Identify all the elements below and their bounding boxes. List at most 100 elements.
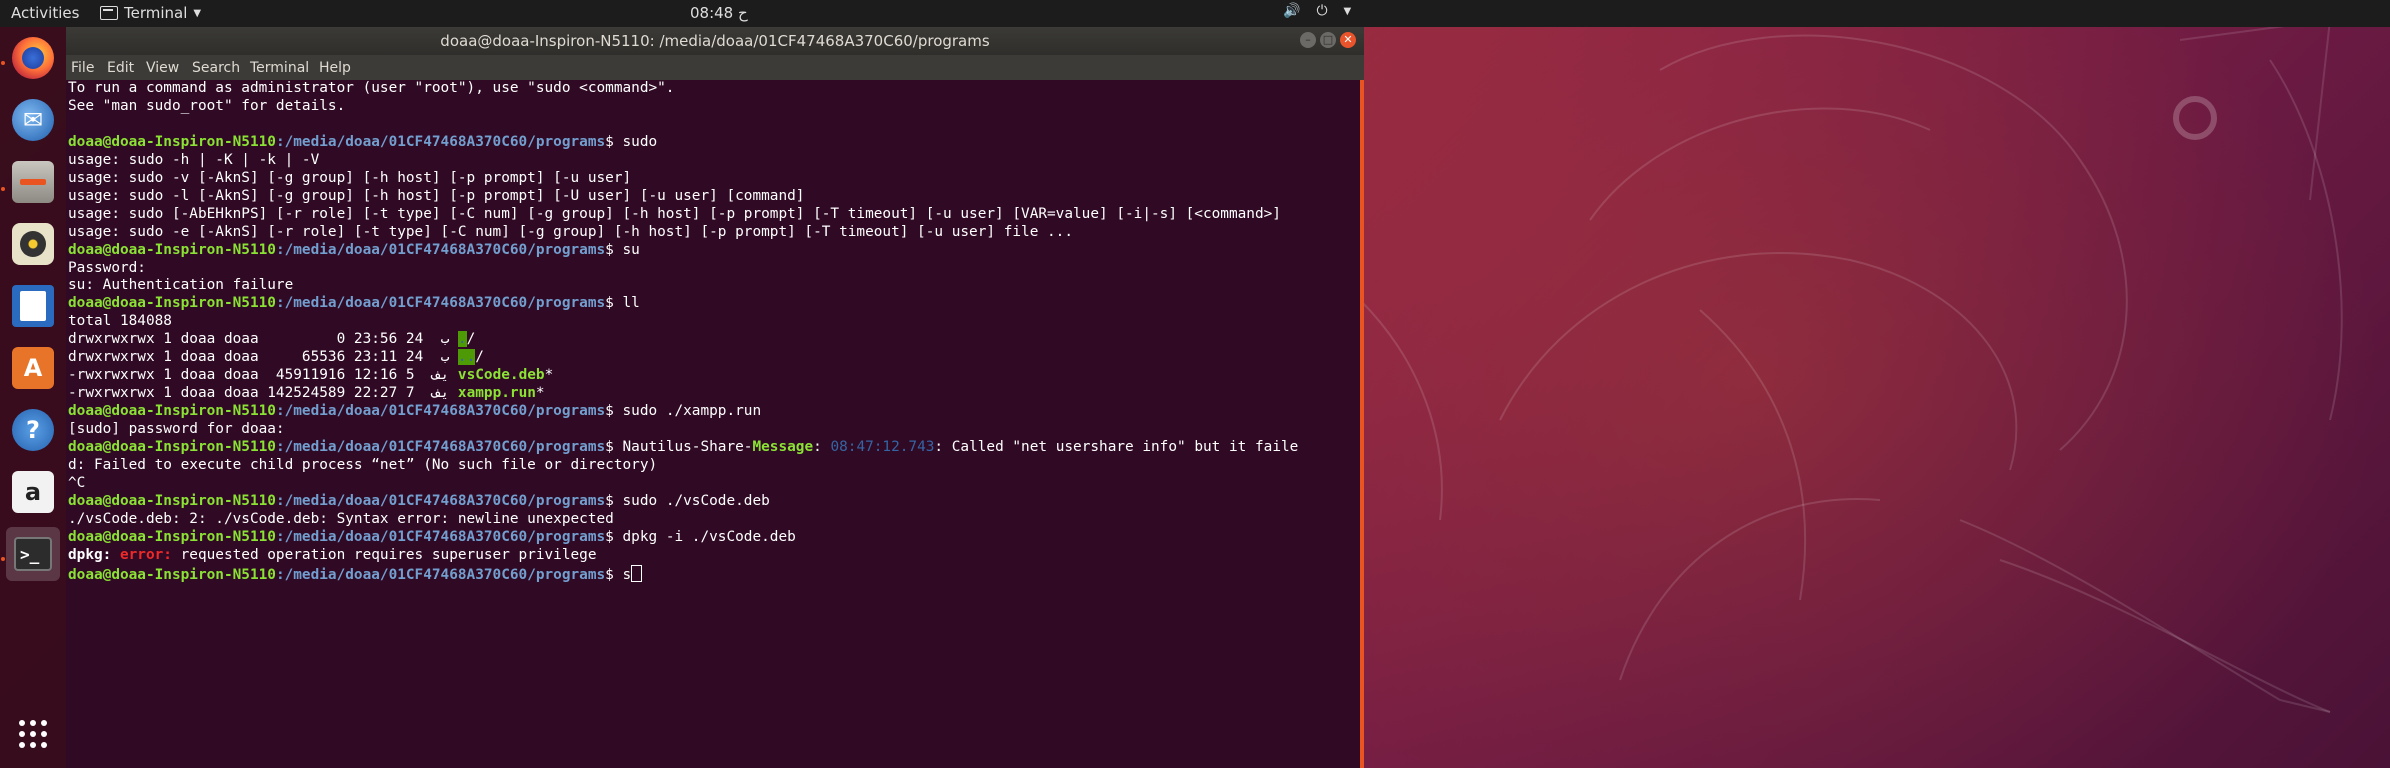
prompt-user: doaa@doaa-Inspiron-N5110 — [68, 528, 276, 545]
thunderbird-launcher[interactable]: ✉ — [6, 93, 60, 147]
prompt-path: :/media/doaa/01CF47468A370C60/programs — [275, 528, 606, 545]
prompt-path: :/media/doaa/01CF47468A370C60/programs — [275, 439, 606, 456]
output-line: usage: sudo [-AbEHknPS] [-r role] [-t ty… — [68, 205, 1281, 222]
terminal-app-icon — [100, 6, 118, 20]
menu-search[interactable]: Search — [192, 60, 240, 76]
power-icon[interactable]: ⏻ — [1316, 3, 1327, 19]
launcher-dock: ✉ A ? a >_ — [0, 27, 66, 768]
volume-icon[interactable]: 🔊 — [1283, 3, 1300, 19]
show-apps-button[interactable] — [6, 707, 60, 761]
menu-edit[interactable]: Edit — [107, 60, 134, 76]
menu-view[interactable]: View — [146, 60, 179, 76]
firefox-launcher[interactable] — [6, 31, 60, 85]
wallpaper-cat-eye — [2173, 96, 2217, 140]
ll-row-suffix: * — [535, 385, 545, 402]
ll-row-suffix: / — [466, 331, 476, 348]
software-icon: A — [12, 347, 54, 389]
command-text: Nautilus-Share- — [622, 439, 753, 456]
running-indicator — [1, 187, 5, 191]
ll-row-name: . — [457, 331, 467, 348]
window-edge-accent — [1360, 80, 1364, 768]
running-indicator — [1, 61, 5, 65]
menu-terminal[interactable]: Terminal — [250, 60, 309, 76]
window-titlebar[interactable]: doaa@doaa-Inspiron-N5110: /media/doaa/01… — [66, 27, 1364, 55]
rhythmbox-icon — [12, 223, 54, 265]
output-line: [sudo] password for doaa: — [68, 421, 285, 438]
terminal-window: doaa@doaa-Inspiron-N5110: /media/doaa/01… — [66, 27, 1364, 768]
ll-row-meta: -rwxrwxrwx 1 doaa doaa 45911916 — [68, 367, 354, 384]
output-line: usage: sudo -e [-AknS] [-r role] [-t typ… — [68, 223, 1074, 240]
files-launcher[interactable] — [6, 155, 60, 209]
ll-row-date: يف 7 22:27 — [353, 385, 458, 402]
terminal-text: To run a command as administrator (user … — [68, 80, 1298, 585]
chevron-down-icon[interactable]: ▼ — [1344, 6, 1352, 17]
message-label: Message — [752, 439, 814, 456]
top-panel: Activities Terminal ▼ 08:48 ح 🔊 ⏻ ▼ — [0, 0, 2390, 27]
close-icon[interactable]: ✕ — [1340, 32, 1356, 48]
prompt-sign: $ — [605, 133, 623, 150]
message-text: : Called "net usershare info" but it fai… — [934, 439, 1299, 456]
software-launcher[interactable]: A — [6, 341, 60, 395]
rhythmbox-launcher[interactable] — [6, 217, 60, 271]
system-tray[interactable]: 🔊 ⏻ ▼ — [1283, 3, 1351, 19]
thunderbird-icon: ✉ — [12, 99, 54, 141]
message-colon: : — [813, 439, 831, 456]
writer-launcher[interactable] — [6, 279, 60, 333]
ll-row-meta: drwxrwxrwx 1 doaa doaa 65536 — [68, 349, 354, 366]
prompt-sign: $ — [605, 241, 623, 258]
current-input[interactable]: s — [623, 567, 632, 583]
output-line: total 184088 — [68, 313, 172, 330]
prompt-sign: $ — [605, 566, 623, 583]
firefox-icon — [12, 37, 54, 79]
activities-button[interactable]: Activities — [11, 4, 79, 22]
files-icon — [12, 161, 54, 203]
prompt-path: :/media/doaa/01CF47468A370C60/programs — [275, 566, 606, 583]
menu-file[interactable]: File — [71, 60, 94, 76]
app-menu[interactable]: Terminal ▼ — [100, 4, 201, 22]
error-label: error: — [119, 546, 172, 563]
prompt-path: :/media/doaa/01CF47468A370C60/programs — [275, 295, 606, 312]
clock[interactable]: 08:48 ح — [690, 4, 748, 22]
help-launcher[interactable]: ? — [6, 403, 60, 457]
output-line: usage: sudo -h | -K | -k | -V — [68, 151, 320, 168]
ll-row-name: vsCode.deb — [457, 367, 545, 384]
prompt-sign: $ — [605, 295, 623, 312]
running-indicator — [1, 557, 5, 561]
ll-row-name: xampp.run — [457, 385, 536, 402]
command-text: sudo ./xampp.run — [622, 403, 762, 420]
output-line: See "man sudo_root" for details. — [68, 97, 346, 114]
help-icon: ? — [12, 409, 54, 451]
ll-row-date: ب 24 23:56 — [353, 331, 458, 348]
prompt-path: :/media/doaa/01CF47468A370C60/programs — [275, 492, 606, 509]
menu-help[interactable]: Help — [319, 60, 351, 76]
command-text: su — [622, 241, 640, 258]
maximize-icon[interactable]: □ — [1320, 32, 1336, 48]
ll-row-suffix: / — [475, 349, 484, 366]
amazon-launcher[interactable]: a — [6, 465, 60, 519]
prompt-path: :/media/doaa/01CF47468A370C60/programs — [275, 403, 606, 420]
output-line: Password: — [68, 259, 146, 276]
terminal-launcher[interactable]: >_ — [6, 527, 60, 581]
output-line: usage: sudo -v [-AknS] [-g group] [-h ho… — [68, 169, 632, 186]
minimize-icon[interactable]: – — [1300, 32, 1316, 48]
menu-bar: File Edit View Search Terminal Help — [66, 55, 1364, 80]
prompt-user: doaa@doaa-Inspiron-N5110 — [68, 241, 276, 258]
window-title: doaa@doaa-Inspiron-N5110: /media/doaa/01… — [440, 32, 990, 50]
output-line: To run a command as administrator (user … — [68, 80, 675, 96]
message-timestamp: 08:47:12.743 — [830, 439, 935, 456]
command-text: sudo — [622, 133, 658, 150]
error-message: requested operation requires superuser p… — [171, 546, 597, 563]
terminal-output[interactable]: To run a command as administrator (user … — [66, 80, 1364, 768]
command-text: dpkg -i ./vsCode.deb — [622, 528, 796, 545]
ll-row-meta: -rwxrwxrwx 1 doaa doaa 142524589 — [68, 385, 354, 402]
prompt-user: doaa@doaa-Inspiron-N5110 — [68, 566, 276, 583]
window-controls: – □ ✕ — [1300, 32, 1356, 48]
ll-row-suffix: * — [544, 367, 554, 384]
text-cursor — [631, 564, 643, 582]
prompt-sign: $ — [605, 403, 623, 420]
output-line: su: Authentication failure — [68, 277, 294, 294]
prompt-sign: $ — [605, 528, 623, 545]
output-line: d: Failed to execute child process “net”… — [68, 457, 658, 474]
show-apps-icon — [19, 720, 47, 748]
output-line: ^C — [68, 474, 86, 491]
